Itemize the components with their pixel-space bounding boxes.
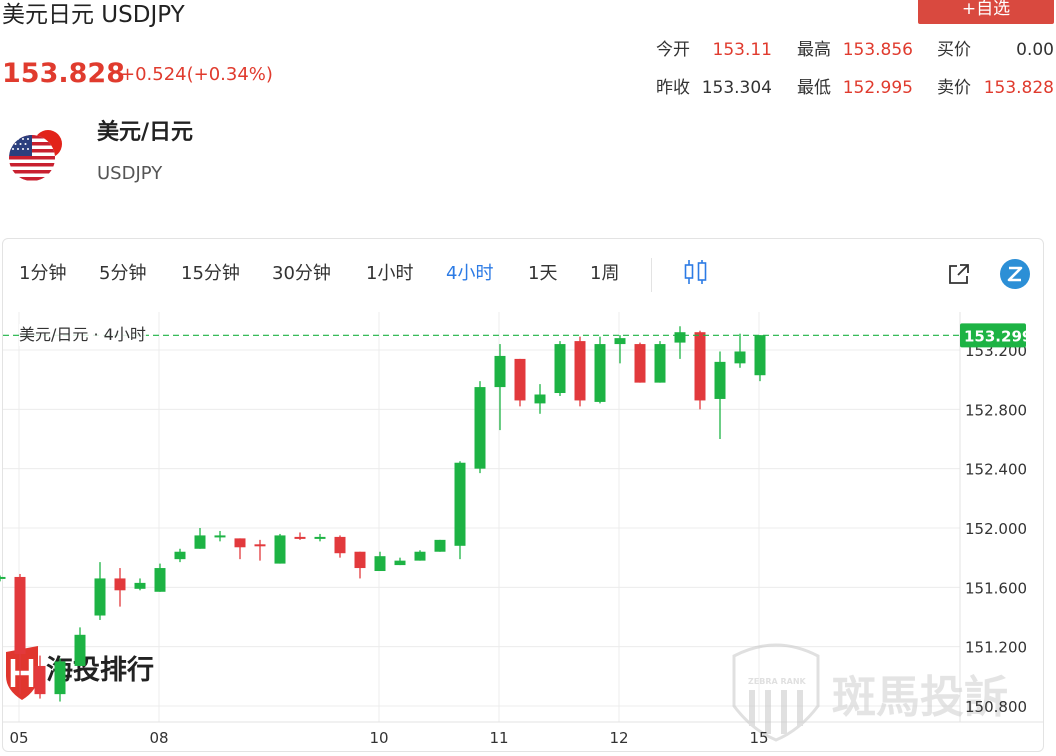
- chart-legend: 美元/日元 · 4小时: [19, 324, 146, 346]
- candle-body: [74, 634, 86, 666]
- x-tick-label: 10: [369, 729, 388, 747]
- candle-body: [474, 387, 486, 469]
- candle-body: [614, 338, 626, 345]
- y-tick-label: 150.800: [965, 698, 1027, 716]
- x-tick-label: 15: [749, 729, 768, 747]
- y-tick-label: 152.000: [965, 520, 1027, 538]
- candle-body: [734, 351, 746, 364]
- candle-body: [234, 538, 246, 548]
- candle-body: [574, 341, 586, 401]
- candle-body: [754, 335, 766, 376]
- x-tick-label: 08: [149, 729, 168, 747]
- candle-body: [94, 578, 106, 616]
- candle-body: [0, 576, 6, 579]
- watermark-right: ZEBRA RANK 斑馬投訴: [732, 643, 1008, 742]
- candle-body: [114, 578, 126, 591]
- y-tick-label: 151.600: [965, 579, 1027, 597]
- zebra-rank-logo-icon: [732, 643, 820, 742]
- y-tick-label: 152.400: [965, 461, 1027, 479]
- y-tick-label: 151.200: [965, 639, 1027, 657]
- candle-body: [554, 344, 566, 394]
- candle-body: [674, 332, 686, 343]
- hai-tou-logo-icon: [6, 646, 38, 700]
- candlestick-chart: 海投排行 ZEBRA RANK 斑馬投訴 153.200152.800152.4…: [0, 312, 1043, 747]
- candle-body: [314, 536, 326, 539]
- candle-body: [54, 661, 66, 695]
- candle-body: [154, 568, 166, 592]
- y-tick-label: 152.800: [965, 401, 1027, 419]
- x-tick-label: 11: [489, 729, 508, 747]
- candle-body: [534, 394, 546, 404]
- candle-body: [374, 556, 386, 572]
- x-tick-label: 12: [609, 729, 628, 747]
- candle-body: [654, 344, 666, 383]
- candle-body: [594, 344, 606, 402]
- candle-body: [714, 361, 726, 399]
- candle-body: [14, 576, 26, 655]
- candle-body: [294, 536, 306, 539]
- candle-body: [254, 544, 266, 547]
- x-tick-label: 05: [9, 729, 28, 747]
- last-price-label: 153.299: [964, 327, 1032, 345]
- candle-body: [414, 551, 426, 561]
- candle-body: [694, 332, 706, 401]
- candle-body: [134, 582, 146, 589]
- candle-body: [514, 358, 526, 401]
- candle-body: [494, 355, 506, 388]
- candle-body: [34, 665, 46, 695]
- candle-body: [174, 551, 186, 560]
- candle-body: [354, 551, 366, 569]
- candle-body: [334, 536, 346, 554]
- candle-body: [634, 344, 646, 383]
- candle-body: [194, 535, 206, 549]
- candle-body: [454, 462, 466, 546]
- candle-body: [394, 560, 406, 566]
- zebra-rank-badge-text: ZEBRA RANK: [748, 677, 807, 686]
- candle-body: [214, 535, 226, 538]
- candle-body: [434, 539, 446, 552]
- candle-body: [274, 535, 286, 564]
